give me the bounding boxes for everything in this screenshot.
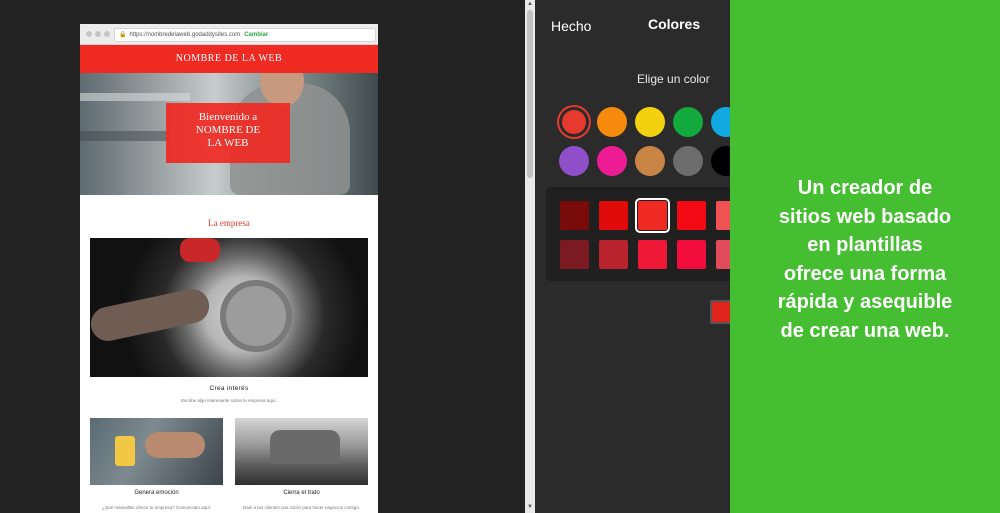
hero-line: Bienvenido a — [198, 111, 258, 123]
window-maximize-dot[interactable] — [104, 31, 110, 37]
thumb-sub: ¿Qué maravillas ofrece tu empresa? Comun… — [101, 505, 212, 510]
shade-swatch[interactable] — [635, 198, 670, 233]
promo-line: sitios web basado — [778, 205, 952, 228]
color-swatch[interactable] — [711, 146, 730, 176]
lock-icon: 🔒 — [119, 32, 127, 38]
main-caption-sub: Escribe algo interesante sobre tu empres… — [181, 398, 277, 403]
site-header: NOMBRE DE LA WEB — [80, 45, 378, 73]
promo-text: Un creador de sitios web basado en plant… — [730, 174, 1000, 345]
section-title: La empresa — [208, 218, 250, 228]
shade-swatch[interactable] — [677, 240, 706, 269]
color-swatch[interactable] — [597, 107, 627, 137]
window-minimize-dot[interactable] — [95, 31, 101, 37]
color-swatch[interactable] — [597, 146, 627, 176]
color-swatch[interactable] — [673, 107, 703, 137]
shade-swatch[interactable] — [677, 201, 706, 230]
color-swatch[interactable] — [711, 107, 730, 137]
scrollbar[interactable]: ▲ ▼ — [525, 0, 535, 513]
thumb-title: Genera emoción — [134, 490, 179, 496]
color-swatch[interactable] — [559, 146, 589, 176]
brake-disc-image — [90, 238, 368, 377]
main-caption-title: Crea interés — [209, 385, 249, 392]
promo-line: ofrece una forma — [783, 262, 947, 285]
scrollbar-thumb[interactable] — [527, 10, 533, 178]
color-swatch[interactable] — [635, 107, 665, 137]
browser-toolbar: 🔒 https://nombredelaweb.godaddysites.com C… — [80, 24, 378, 45]
promo-line: en plantillas — [807, 234, 923, 256]
promo-line: rápida y asequible — [777, 291, 953, 313]
browser-window: 🔒 https://nombredelaweb.godaddysites.com C… — [80, 24, 378, 513]
url-text: https://nombredelaweb.godaddysites.com — [129, 32, 241, 38]
done-button[interactable]: Hecho — [551, 18, 591, 34]
meter-image — [90, 418, 223, 485]
hero-image: Bienvenido a NOMBRE DE LA WEB — [80, 73, 378, 195]
change-domain-link[interactable]: Cambiar — [244, 32, 268, 38]
hero-line: LA WEB — [207, 137, 249, 149]
current-color-swatch[interactable] — [710, 300, 730, 324]
color-swatch[interactable] — [635, 146, 665, 176]
thumb-title: Cierra el trato — [283, 490, 320, 496]
shade-swatch[interactable] — [638, 240, 667, 269]
shade-swatch[interactable] — [716, 201, 730, 230]
promo-line: de crear una web. — [780, 319, 950, 342]
panel-title: Colores — [648, 16, 701, 32]
promo-panel: Un creador de sitios web basado en plant… — [730, 0, 1000, 513]
window-close-dot[interactable] — [86, 31, 92, 37]
color-swatch[interactable] — [562, 110, 586, 134]
thumb-sub: Dale a tus clientes una razón para hacer… — [242, 505, 361, 510]
shade-palette — [546, 187, 730, 281]
shade-swatch[interactable] — [560, 240, 589, 269]
color-panel: Hecho Colores Elige un color — [535, 0, 730, 513]
car-image — [235, 418, 368, 485]
hero-line: NOMBRE DE — [195, 124, 261, 136]
shade-swatch[interactable] — [560, 201, 589, 230]
shade-swatch[interactable] — [599, 240, 628, 269]
preview-area: 🔒 https://nombredelaweb.godaddysites.com C… — [0, 0, 525, 513]
shade-swatch[interactable] — [716, 240, 730, 269]
hero-banner: Bienvenido a NOMBRE DE LA WEB — [166, 103, 290, 163]
choose-color-label: Elige un color — [637, 72, 710, 86]
shade-swatch[interactable] — [599, 201, 628, 230]
color-swatch[interactable] — [673, 146, 703, 176]
promo-line: Un creador de — [797, 177, 933, 199]
scroll-up-icon[interactable]: ▲ — [527, 1, 533, 7]
address-bar[interactable]: 🔒 https://nombredelaweb.godaddysites.com C… — [114, 28, 376, 42]
scroll-down-icon[interactable]: ▼ — [527, 504, 533, 510]
